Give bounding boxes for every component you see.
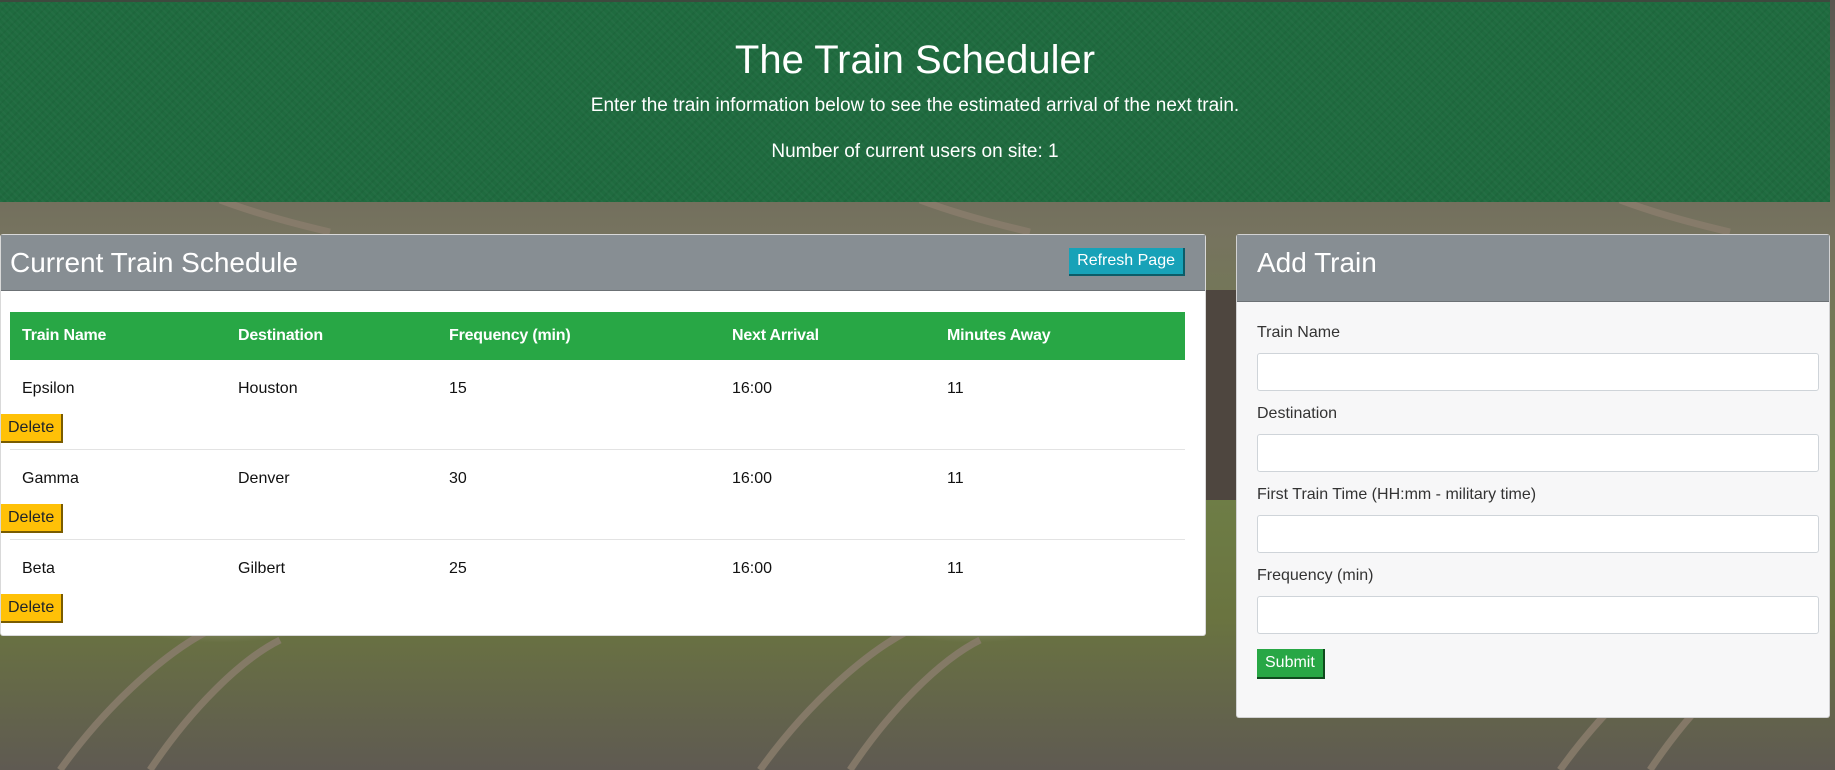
train-name-label: Train Name [1257,324,1340,341]
first-train-time-input[interactable] [1257,515,1819,553]
cell-destination: Houston [238,380,298,397]
delete-button[interactable]: Delete [1,504,64,533]
table-row: Gamma Denver 30 16:00 11 [10,449,1185,504]
cell-next-arrival: 16:00 [720,449,935,504]
schedule-table: Train Name Destination Frequency (min) N… [1,312,1185,629]
cell-next-arrival: 16:00 [732,380,773,397]
destination-input[interactable] [1257,434,1819,472]
table-row-actions: Delete [1,504,1185,540]
cell-destination: Denver [226,449,437,504]
table-row: Beta Gilbert 25 16:00 11 [10,539,1185,594]
cell-train-name: Epsilon [22,380,75,397]
cell-train-name: Beta [10,539,226,594]
table-row-actions: Delete [1,594,1185,629]
train-name-input[interactable] [1257,353,1819,391]
schedule-card: Current Train Schedule Refresh Page Trai… [0,234,1206,636]
header-banner: The Train Scheduler Enter the train info… [0,0,1830,202]
form-group-first-train-time: First Train Time (HH:mm - military time) [1257,486,1819,553]
column-header-train-name: Train Name [10,312,226,360]
refresh-page-button[interactable]: Refresh Page [1069,248,1185,276]
table-row-actions: Delete [1,414,1185,450]
form-group-destination: Destination [1257,405,1819,472]
submit-button[interactable]: Submit [1257,649,1325,679]
schedule-card-header: Current Train Schedule Refresh Page [1,235,1205,291]
column-header-minutes-away: Minutes Away [935,312,1185,360]
first-train-time-label: First Train Time (HH:mm - military time) [1257,486,1537,503]
schedule-title: Current Train Schedule [10,247,298,278]
cell-frequency: 25 [437,539,720,594]
page-subtitle: Enter the train information below to see… [590,95,1240,116]
cell-train-name: Gamma [10,449,226,504]
delete-button[interactable]: Delete [1,414,64,443]
delete-button[interactable]: Delete [1,594,64,623]
destination-label: Destination [1257,405,1338,422]
column-header-frequency: Frequency (min) [437,312,720,360]
table-row: Epsilon Houston 15 16:00 11 [10,360,1185,414]
cell-destination: Gilbert [226,539,437,594]
column-header-destination: Destination [226,312,437,360]
form-group-train-name: Train Name [1257,324,1819,391]
table-header-row: Train Name Destination Frequency (min) N… [10,312,1185,360]
cell-minutes-away: 11 [935,539,1185,594]
cell-minutes-away: 11 [947,380,964,397]
page-title: The Train Scheduler [734,38,1096,82]
add-train-card: Add Train Train Name Destination First T… [1236,234,1830,718]
frequency-label: Frequency (min) [1257,567,1374,584]
column-header-next-arrival: Next Arrival [720,312,935,360]
frequency-input[interactable] [1257,596,1819,634]
cell-minutes-away: 11 [935,449,1185,504]
form-group-frequency: Frequency (min) [1257,567,1819,634]
cell-next-arrival: 16:00 [720,539,935,594]
add-train-form: Train Name Destination First Train Time … [1237,302,1829,679]
user-count: Number of current users on site: 1 [771,141,1059,162]
add-train-card-header: Add Train [1237,235,1829,302]
cell-frequency: 15 [449,380,467,397]
cell-frequency: 30 [437,449,720,504]
add-train-title: Add Train [1257,247,1377,278]
